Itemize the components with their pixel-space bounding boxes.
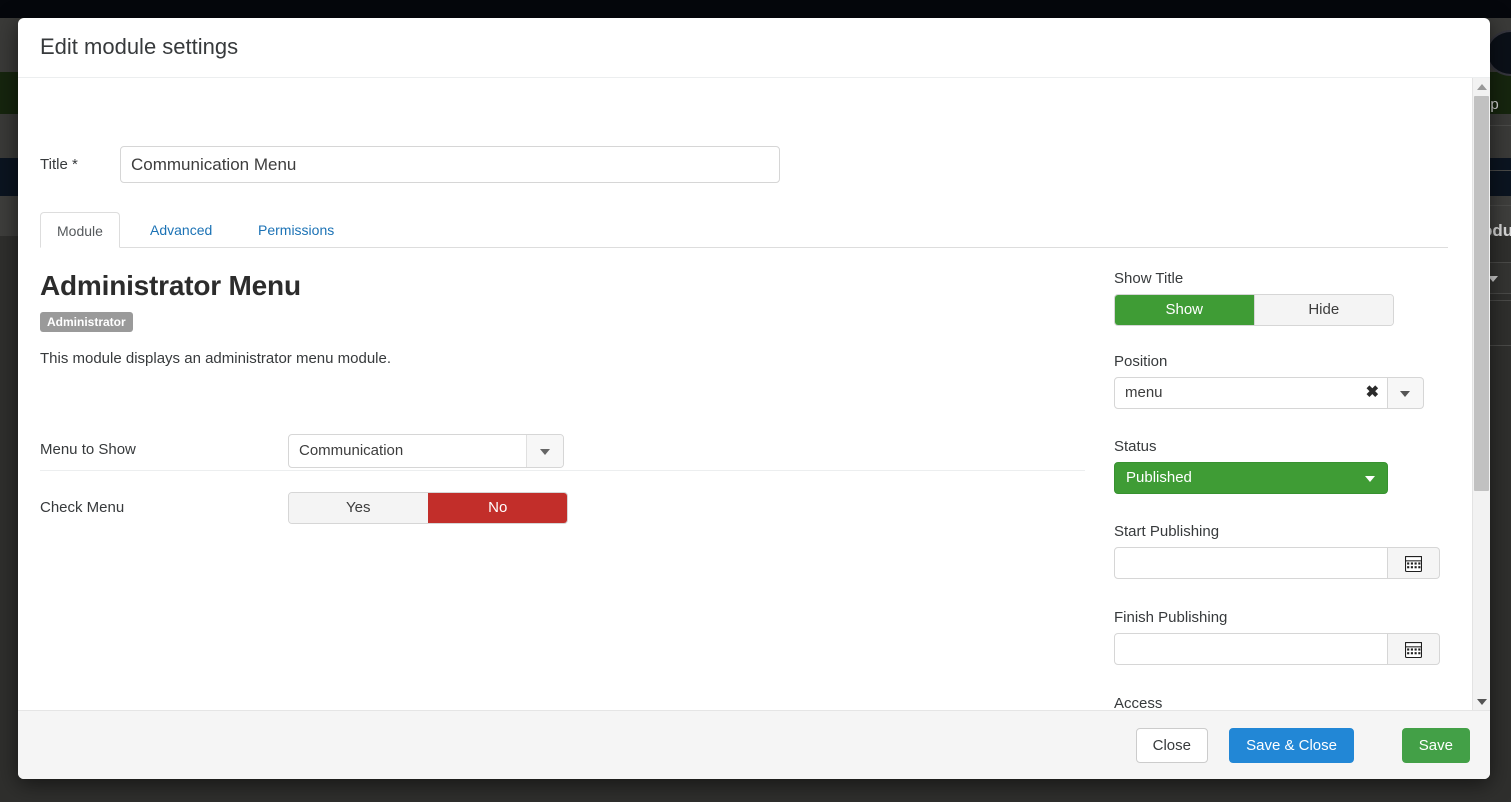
section-divider	[40, 470, 1085, 471]
chevron-down-icon	[1400, 391, 1410, 397]
finish-publishing-label: Finish Publishing	[1114, 609, 1228, 626]
show-title-option-show[interactable]: Show	[1115, 295, 1254, 325]
tab-module[interactable]: Module	[40, 212, 120, 248]
chevron-down-icon	[540, 449, 550, 455]
status-value: Published	[1126, 469, 1192, 486]
menu-to-show-row: Menu to Show Communication	[40, 434, 600, 468]
menu-to-show-select[interactable]: Communication	[288, 434, 564, 468]
close-icon[interactable]: ✖	[1366, 382, 1379, 404]
position-dropdown-button[interactable]	[1388, 377, 1424, 409]
position-input[interactable]: menu ✖	[1114, 377, 1388, 409]
modal-scrollbar[interactable]	[1472, 78, 1490, 710]
title-input[interactable]	[120, 146, 780, 183]
modal-body: Title * Module Advanced Permissions Admi…	[18, 78, 1490, 710]
chevron-up-icon	[1477, 84, 1487, 90]
module-info-panel: Administrator Menu Administrator This mo…	[40, 270, 1085, 367]
chevron-down-icon	[1477, 699, 1487, 705]
scroll-down-button[interactable]	[1473, 693, 1490, 710]
position-value: menu	[1125, 384, 1163, 401]
menu-to-show-dropdown-button[interactable]	[526, 435, 563, 467]
scroll-up-button[interactable]	[1473, 78, 1490, 95]
start-publishing-group	[1114, 547, 1444, 579]
position-label: Position	[1114, 353, 1168, 370]
check-menu-row: Check Menu Yes No	[40, 492, 600, 526]
close-button[interactable]: Close	[1135, 728, 1208, 763]
status-badge: Administrator	[40, 312, 133, 332]
position-field-group: menu ✖	[1114, 377, 1444, 409]
edit-module-settings-modal: Edit module settings Title * Module Adva…	[18, 18, 1490, 779]
tab-advanced[interactable]: Advanced	[134, 212, 228, 248]
save-button[interactable]: Save	[1401, 728, 1470, 763]
title-label: Title *	[40, 156, 78, 173]
check-menu-option-yes[interactable]: Yes	[289, 493, 428, 523]
scrollbar-thumb[interactable]	[1474, 96, 1489, 491]
module-heading: Administrator Menu	[40, 270, 301, 301]
check-menu-toggle: Yes No	[288, 492, 568, 524]
module-description: This module displays an administrator me…	[40, 350, 391, 367]
chevron-down-icon	[1365, 476, 1375, 482]
tab-permissions[interactable]: Permissions	[242, 212, 350, 248]
start-publishing-label: Start Publishing	[1114, 523, 1220, 540]
start-publishing-calendar-button[interactable]	[1388, 547, 1440, 579]
tab-bar: Module Advanced Permissions	[40, 212, 1448, 248]
finish-publishing-group	[1114, 633, 1444, 665]
check-menu-label: Check Menu	[40, 499, 125, 516]
status-select[interactable]: Published	[1114, 462, 1388, 494]
menu-to-show-value: Communication	[299, 442, 404, 459]
status-label: Status	[1114, 438, 1157, 455]
backdrop-topbar	[0, 0, 1511, 18]
show-title-label: Show Title	[1114, 270, 1184, 287]
check-menu-option-no[interactable]: No	[427, 493, 567, 523]
screen: lp odu Edit module settings Title * Modu…	[0, 0, 1511, 802]
menu-to-show-label: Menu to Show	[40, 441, 136, 458]
access-label: Access	[1114, 695, 1163, 710]
finish-publishing-calendar-button[interactable]	[1388, 633, 1440, 665]
show-title-option-hide[interactable]: Hide	[1253, 295, 1393, 325]
calendar-icon	[1405, 556, 1422, 572]
finish-publishing-input[interactable]	[1114, 633, 1388, 665]
show-title-toggle: Show Hide	[1114, 294, 1394, 326]
page-title: Edit module settings	[40, 34, 239, 59]
modal-footer: Close Save & Close Save	[18, 710, 1490, 779]
calendar-icon	[1405, 642, 1422, 658]
start-publishing-input[interactable]	[1114, 547, 1388, 579]
modal-header: Edit module settings	[18, 18, 1490, 78]
save-close-button[interactable]: Save & Close	[1229, 728, 1354, 763]
